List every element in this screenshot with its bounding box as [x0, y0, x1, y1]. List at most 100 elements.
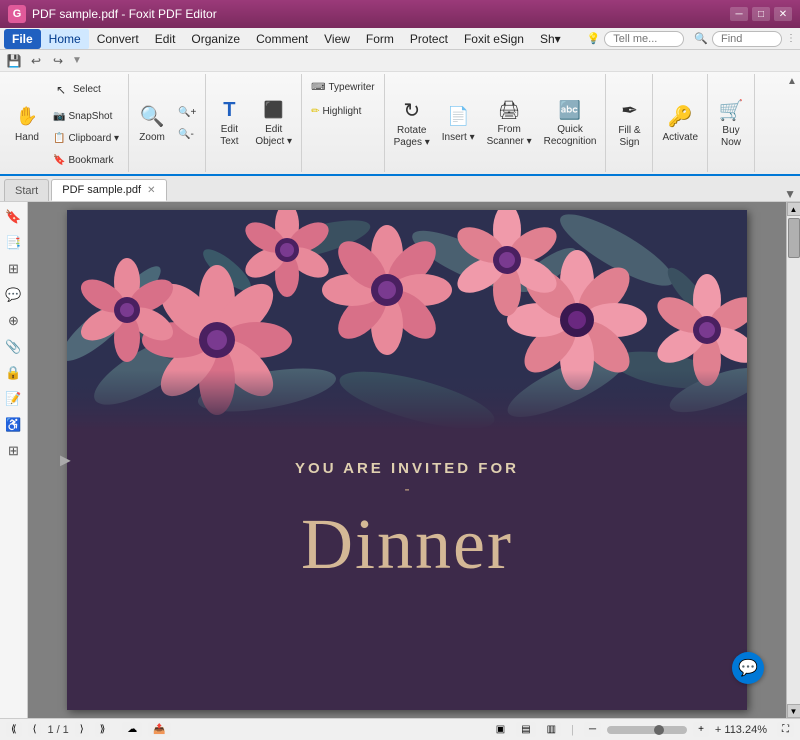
menu-organize[interactable]: Organize [183, 29, 248, 49]
menu-form[interactable]: Form [358, 29, 402, 49]
menu-protect[interactable]: Protect [402, 29, 456, 49]
zoom-slider[interactable] [607, 726, 687, 734]
bookmark-button[interactable]: 🔖 Bookmark [48, 150, 118, 170]
menu-convert[interactable]: Convert [89, 29, 147, 49]
hand-tool-button[interactable]: ✋ Hand [8, 95, 46, 151]
menu-edit[interactable]: Edit [147, 29, 184, 49]
flower-svg [67, 210, 747, 430]
buy-now-icon: 🛒 [717, 98, 745, 123]
highlight-button[interactable]: ✏ Highlight [306, 100, 366, 122]
select-tool-button[interactable]: ↖ Select [48, 76, 106, 104]
close-button[interactable]: ✕ [774, 7, 792, 21]
menu-search-area: 💡 🔍 ⋮ [587, 31, 796, 47]
zoom-in-status-button[interactable]: + [693, 722, 709, 737]
sidebar-signatures-icon[interactable]: 📝 [3, 388, 25, 410]
layout-two-page-button[interactable]: ▤ [516, 722, 535, 737]
edit-object-button[interactable]: ⬛ EditObject ▾ [250, 95, 297, 151]
edit-text-label: EditText [220, 124, 238, 148]
hand-icon: ✋ [13, 102, 41, 130]
first-page-button[interactable]: ⟪ [6, 722, 22, 737]
layout-single-button[interactable]: ▣ [491, 722, 510, 737]
sidebar-security-icon[interactable]: 🔒 [3, 362, 25, 384]
zoom-label: Zoom [139, 132, 165, 144]
layout-scroll-button[interactable]: ▥ [542, 722, 561, 737]
sidebar-attachments-icon[interactable]: 📎 [3, 336, 25, 358]
buy-now-button[interactable]: 🛒 BuyNow [712, 95, 750, 151]
tab-close-icon[interactable]: ✕ [147, 185, 155, 196]
page-nav-arrow[interactable]: ▶ [60, 452, 71, 469]
tab-scroll-down-icon[interactable]: ▼ [784, 187, 796, 201]
menu-view[interactable]: View [316, 29, 358, 49]
app-title: PDF sample.pdf - Foxit PDF Editor [32, 7, 217, 21]
insert-button[interactable]: 📄 Insert ▾ [437, 95, 480, 151]
tell-me-input[interactable] [604, 31, 684, 47]
sidebar-page-thumbnail-icon[interactable]: 📑 [3, 232, 25, 254]
zoom-out-button[interactable]: 🔍- [173, 124, 201, 144]
insert-icon: 📄 [444, 102, 472, 130]
sidebar-bookmark-icon[interactable]: 🔖 [3, 206, 25, 228]
save-to-cloud-button[interactable]: ☁ [122, 722, 142, 737]
activate-button[interactable]: 🔑 Activate [657, 95, 703, 151]
prev-page-button[interactable]: ⟨ [28, 722, 42, 737]
toolbar-collapse-button[interactable]: ▲ [786, 74, 798, 88]
scroll-up-button[interactable]: ▲ [787, 202, 800, 216]
last-page-button[interactable]: ⟫ [95, 722, 111, 737]
left-sidebar: 🔖 📑 ⊞ 💬 ⊕ 📎 🔒 📝 ♿ ⊞ [0, 202, 28, 718]
minimize-button[interactable]: ─ [730, 7, 748, 21]
fill-sign-button[interactable]: ✒ Fill &Sign [610, 95, 648, 151]
highlight-icon: ✏ [311, 106, 319, 117]
save-shortcut-icon[interactable]: 💾 [6, 53, 22, 69]
sidebar-accessibility-icon[interactable]: ♿ [3, 414, 25, 436]
tab-pdf-sample[interactable]: PDF sample.pdf ✕ [51, 179, 166, 201]
scroll-track[interactable] [787, 216, 800, 704]
find-input[interactable] [712, 31, 782, 47]
undo-shortcut-icon[interactable]: ↩ [28, 53, 44, 69]
fullscreen-button[interactable]: ⛶ [777, 722, 794, 737]
typewriter-button[interactable]: ⌨ Typewriter [306, 76, 380, 98]
menu-options-icon[interactable]: ⋮ [786, 33, 796, 44]
snapshot-label: SnapShot [68, 111, 112, 122]
toolbar-group-fill-sign: ✒ Fill &Sign [606, 74, 653, 172]
menu-home[interactable]: Home [41, 29, 89, 49]
activate-label: Activate [662, 132, 698, 144]
next-page-button[interactable]: ⟩ [75, 722, 89, 737]
dropdown-arrow-icon[interactable]: ▼ [72, 55, 82, 66]
sidebar-copy-icon[interactable]: ⊞ [3, 440, 25, 462]
sidebar-layers-icon[interactable]: ⊞ [3, 258, 25, 280]
scroll-down-button[interactable]: ▼ [787, 704, 800, 718]
title-bar: G PDF sample.pdf - Foxit PDF Editor ─ □ … [0, 0, 800, 28]
scroll-thumb[interactable] [788, 218, 800, 258]
fill-sign-label: Fill &Sign [618, 125, 640, 149]
tell-me-icon: 💡 [587, 32, 601, 45]
share-button[interactable]: 📤 [148, 722, 170, 737]
zoom-out-status-button[interactable]: ─ [584, 722, 601, 737]
toolbar-group-typewriter: ⌨ Typewriter ✏ Highlight [302, 74, 385, 172]
edit-text-button[interactable]: T EditText [210, 95, 248, 151]
clipboard-button[interactable]: 📋 Clipboard ▾ [48, 128, 124, 148]
zoom-in-button[interactable]: 🔍+ [173, 102, 201, 122]
snapshot-icon: 📷 [53, 111, 65, 122]
sidebar-comments-icon[interactable]: 💬 [3, 284, 25, 306]
tab-scroll-controls: ▼ [784, 187, 796, 201]
menu-comment[interactable]: Comment [248, 29, 316, 49]
toolbar-group-hand-select: ✋ Hand ↖ Select 📷 SnapShot 📋 Clipboard ▾… [4, 74, 129, 172]
snapshot-button[interactable]: 📷 SnapShot [48, 106, 117, 126]
window-controls: ─ □ ✕ [730, 7, 792, 21]
edit-object-label: EditObject ▾ [255, 124, 292, 148]
sidebar-destinations-icon[interactable]: ⊕ [3, 310, 25, 332]
menu-share[interactable]: Sh▾ [532, 29, 569, 49]
menu-foxit-esign[interactable]: Foxit eSign [456, 29, 532, 49]
zoom-tool-button[interactable]: 🔍 Zoom [133, 95, 171, 151]
maximize-button[interactable]: □ [752, 7, 770, 21]
quick-recognition-button[interactable]: 🔤 QuickRecognition [539, 95, 602, 151]
select-icon: ↖ [53, 82, 69, 98]
quick-recognition-icon: 🔤 [556, 98, 584, 122]
from-scanner-button[interactable]: 🖨 FromScanner ▾ [482, 95, 537, 151]
tab-start[interactable]: Start [4, 179, 49, 201]
rotate-pages-button[interactable]: ↻ RotatePages ▾ [389, 95, 435, 151]
menu-file[interactable]: File [4, 29, 41, 49]
chat-support-icon[interactable]: 💬 [732, 652, 764, 684]
redo-shortcut-icon[interactable]: ↪ [50, 53, 66, 69]
title-bar-left: G PDF sample.pdf - Foxit PDF Editor [8, 5, 217, 23]
highlight-label: Highlight [322, 106, 361, 117]
